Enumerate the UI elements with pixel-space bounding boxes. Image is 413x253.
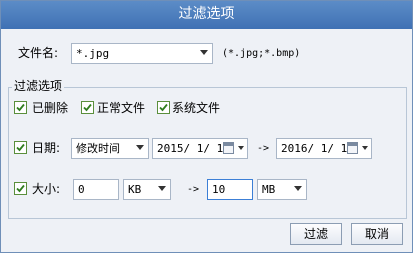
date-label: 日期: [32, 141, 61, 155]
deleted-checkbox[interactable] [14, 101, 27, 114]
size-min-unit-value: KB [128, 183, 142, 196]
check-icon [16, 103, 25, 112]
normal-files-checkbox[interactable] [81, 101, 94, 114]
date-type-value: 修改时间 [76, 142, 120, 155]
size-max-unit-value: MB [262, 183, 276, 196]
date-type-select[interactable]: 修改时间 [71, 138, 149, 159]
size-max-unit-select[interactable]: MB [257, 179, 307, 200]
deleted-label[interactable]: 已删除 [32, 100, 68, 116]
date-from-value: 2015/ 1/ 1 [157, 142, 224, 155]
check-icon [16, 143, 25, 152]
filename-hint: (*.jpg;*.bmp) [222, 48, 301, 59]
calendar-icon[interactable] [223, 142, 234, 154]
chevron-down-icon[interactable] [294, 186, 302, 191]
size-max-value: 10 [212, 183, 226, 196]
filename-value: *.jpg [76, 47, 110, 60]
filter-options-dialog: 过滤选项 文件名: *.jpg (*.jpg;*.bmp) 过滤选项 已删除 正… [0, 0, 413, 253]
size-min-unit-select[interactable]: KB [123, 179, 171, 200]
date-to-picker[interactable]: 2016/ 1/ 1 [276, 138, 372, 159]
dialog-title: 过滤选项 [1, 1, 412, 29]
size-min-input[interactable]: 0 [73, 179, 119, 200]
filter-group-legend: 过滤选项 [12, 78, 65, 94]
system-files-checkbox[interactable] [157, 101, 170, 114]
cancel-button[interactable]: 取消 [351, 223, 403, 245]
chevron-down-icon[interactable] [362, 146, 368, 150]
chevron-down-icon[interactable] [136, 145, 144, 150]
chevron-down-icon[interactable] [200, 50, 208, 55]
size-checkbox[interactable] [14, 182, 27, 195]
normal-files-label[interactable]: 正常文件 [97, 100, 145, 116]
date-to-value: 2016/ 1/ 1 [281, 142, 348, 155]
size-max-input[interactable]: 10 [207, 179, 253, 200]
check-icon [159, 103, 168, 112]
size-label: 大小: [32, 182, 61, 196]
check-icon [16, 184, 25, 193]
chevron-down-icon[interactable] [158, 186, 166, 191]
date-from-picker[interactable]: 2015/ 1/ 1 [152, 138, 248, 159]
calendar-icon[interactable] [347, 142, 358, 154]
chevron-down-icon[interactable] [238, 146, 244, 150]
date-checkbox[interactable] [14, 141, 27, 154]
date-range-separator: -> [257, 143, 270, 154]
size-min-value: 0 [78, 183, 85, 196]
system-files-label[interactable]: 系统文件 [172, 100, 220, 116]
size-range-separator: -> [187, 184, 200, 195]
check-icon [83, 103, 92, 112]
filename-combo[interactable]: *.jpg [71, 43, 213, 64]
filename-label: 文件名: [18, 46, 59, 60]
filter-button[interactable]: 过滤 [290, 223, 342, 245]
